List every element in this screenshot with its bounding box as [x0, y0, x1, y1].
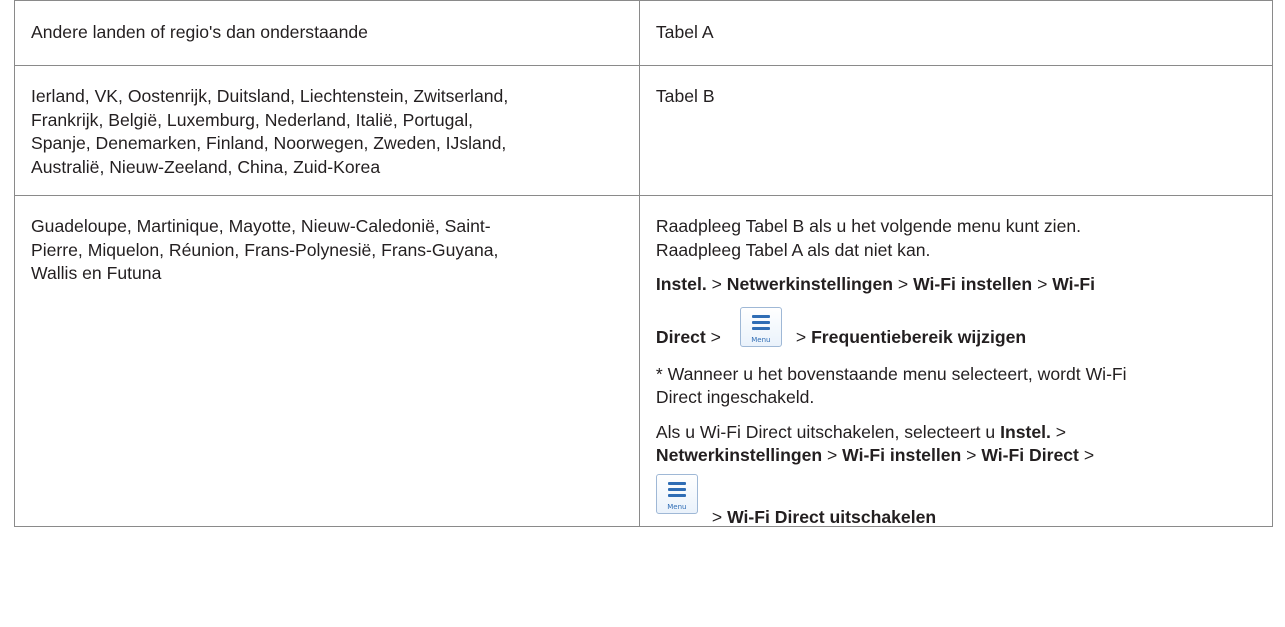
path-separator: >	[1055, 421, 1067, 442]
region-line: Frankrijk, België, Luxemburg, Nederland,…	[31, 109, 474, 130]
table-row: Andere landen of regio's dan onderstaand…	[14, 0, 1274, 66]
intro-paragraph: Raadpleeg Tabel B als u het volgende men…	[656, 215, 1256, 262]
table-row: Ierland, VK, Oostenrijk, Duitsland, Liec…	[14, 65, 1274, 196]
region-line: Guadeloupe, Martinique, Mayotte, Nieuw-C…	[31, 216, 491, 236]
note-line: Direct ingeschakeld.	[655, 387, 815, 407]
region-line: Ierland, VK, Oostenrijk, Duitsland, Liec…	[31, 86, 509, 106]
path-netwerk: Netwerkinstellingen	[726, 274, 894, 294]
country-table: Andere landen of regio's dan onderstaand…	[14, 0, 1274, 527]
path-direct: Direct	[655, 327, 706, 347]
menu-icon: Menu	[655, 473, 698, 514]
table-cell: Tabel B	[638, 65, 1274, 196]
region-cell: Andere landen of regio's dan onderstaand…	[14, 0, 640, 66]
instructions-cell: Raadpleeg Tabel B als u het volgende men…	[638, 195, 1274, 527]
path-separator: >	[795, 327, 807, 347]
table-cell: Tabel A	[638, 0, 1274, 66]
path-separator: >	[711, 507, 723, 527]
path-frequentie: Frequentiebereik wijzigen	[811, 327, 1027, 347]
path-instel: Instel.	[1000, 421, 1051, 442]
region-line: Australië, Nieuw-Zeeland, China, Zuid-Ko…	[31, 156, 381, 177]
path-separator: >	[711, 274, 722, 294]
menu-icon-label: Menu	[751, 335, 771, 344]
region-line: Spanje, Denemarken, Finland, Noorwegen, …	[31, 133, 507, 153]
disable-prefix: Als u Wi-Fi Direct uitschakelen, selecte…	[655, 421, 996, 442]
note-line: * Wanneer u het bovenstaande menu select…	[655, 363, 1127, 384]
path-wifi: Wi-Fi	[1052, 274, 1096, 294]
table-ref: Tabel B	[655, 86, 715, 106]
path-instel: Instel.	[655, 274, 707, 294]
table-ref: Tabel A	[655, 22, 714, 42]
region-line: Pierre, Miquelon, Réunion, Frans-Polynes…	[31, 239, 499, 260]
path-separator: >	[1037, 274, 1048, 294]
menu-icon: Menu	[739, 306, 782, 347]
path-separator: >	[897, 274, 909, 294]
region-cell: Ierland, VK, Oostenrijk, Duitsland, Liec…	[14, 65, 640, 196]
path-netwerk: Netwerkinstellingen	[655, 445, 823, 465]
path-wifi-direct: Wi-Fi Direct	[981, 445, 1079, 465]
path-separator: >	[1083, 445, 1095, 465]
path-separator: >	[966, 445, 977, 465]
path-separator: >	[710, 327, 721, 347]
menu-icon-label: Menu	[667, 502, 687, 511]
intro-line: Raadpleeg Tabel B als u het volgende men…	[655, 216, 1082, 236]
menu-path: Instel. > Netwerkinstellingen > Wi-Fi in…	[656, 273, 1256, 354]
path-wifi-instellen: Wi-Fi instellen	[913, 274, 1033, 294]
region-line: Wallis en Futuna	[31, 263, 162, 283]
note-paragraph: * Wanneer u het bovenstaande menu select…	[656, 363, 1256, 410]
disable-paragraph: Als u Wi-Fi Direct uitschakelen, selecte…	[655, 421, 1256, 527]
path-wifi-instellen: Wi-Fi instellen	[842, 445, 962, 465]
intro-line: Raadpleeg Tabel A als dat niet kan.	[655, 239, 931, 260]
region-text: Andere landen of regio's dan onderstaand…	[31, 22, 368, 42]
path-uitschakelen: Wi-Fi Direct uitschakelen	[727, 507, 937, 527]
table-row: Guadeloupe, Martinique, Mayotte, Nieuw-C…	[14, 195, 1274, 527]
path-separator: >	[827, 445, 838, 465]
region-cell: Guadeloupe, Martinique, Mayotte, Nieuw-C…	[14, 195, 640, 527]
